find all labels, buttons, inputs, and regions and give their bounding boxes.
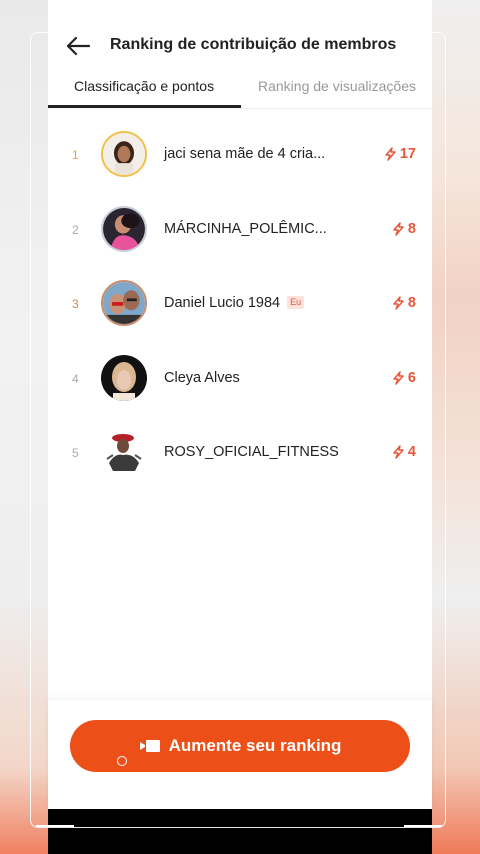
points: 8 [392, 221, 416, 237]
points-value: 4 [407, 444, 416, 460]
rank-number: 4 [72, 371, 79, 386]
lightning-icon [393, 445, 404, 459]
video-camera-icon [139, 740, 160, 752]
member-row[interactable]: 5 ROSY_OFICIAL_FITNESS 4 [48, 416, 432, 491]
member-name: jaci sena mãe de 4 cria... [164, 146, 326, 162]
avatar [101, 280, 147, 326]
lightning-icon [393, 221, 404, 236]
tab-classification[interactable]: Classificação e pontos [74, 78, 214, 94]
member-name-text: Daniel Lucio 1984 [164, 295, 281, 311]
me-badge: Eu [287, 296, 305, 309]
member-list: 1 jaci sena mãe de 4 cria... 17 2 MÁRCIN… [48, 118, 432, 491]
page-title: Ranking de contribuição de membros [110, 36, 397, 53]
touch-indicator [117, 756, 127, 766]
header: Ranking de contribuição de membros [48, 24, 432, 68]
lightning-icon [393, 370, 404, 385]
backdrop-right [432, 0, 480, 854]
points: 17 [384, 146, 416, 162]
backdrop-left [0, 0, 48, 854]
back-button[interactable] [62, 32, 94, 60]
avatar-photo [103, 133, 145, 175]
rank-number: 3 [72, 297, 79, 311]
avatar-photo [103, 282, 145, 324]
active-tab-indicator [48, 105, 241, 108]
avatar-photo [101, 354, 147, 401]
ranking-panel: Ranking de contribuição de membros Class… [48, 0, 432, 854]
member-name: Cleya Alves [164, 369, 240, 386]
avatar [101, 205, 147, 252]
arrow-left-icon [66, 36, 91, 56]
system-nav-bar [48, 809, 432, 854]
avatar [101, 131, 147, 177]
member-row[interactable]: 3 Daniel Lucio 1984 Eu 8 [48, 267, 432, 342]
points-value: 6 [407, 369, 416, 386]
points: 8 [392, 295, 416, 311]
member-name: Daniel Lucio 1984 Eu [164, 295, 305, 311]
rank-number: 5 [72, 446, 79, 460]
member-name: ROSY_OFICIAL_FITNESS [164, 444, 339, 460]
tab-views-ranking[interactable]: Ranking de visualizações [258, 78, 416, 94]
rank-number: 1 [72, 148, 79, 162]
member-name: MÁRCINHA_POLÊMIC... [164, 220, 327, 237]
member-row[interactable]: 4 Cleya Alves 6 [48, 342, 432, 417]
points-value: 8 [407, 220, 416, 237]
edge-dash-left [36, 825, 74, 827]
points: 6 [392, 370, 416, 386]
lightning-icon [385, 147, 396, 161]
lightning-icon [393, 296, 404, 310]
points: 4 [392, 444, 416, 460]
points-value: 8 [407, 295, 416, 311]
boost-ranking-label: Aumente seu ranking [168, 736, 342, 755]
avatar-photo [101, 429, 147, 475]
member-row[interactable]: 2 MÁRCINHA_POLÊMIC... 8 [48, 193, 432, 268]
points-value: 17 [399, 146, 416, 162]
avatar-photo [103, 207, 145, 250]
rank-number: 2 [72, 222, 79, 237]
tab-bar: Classificação e pontos Ranking de visual… [48, 70, 432, 109]
edge-dash-right [404, 825, 442, 827]
avatar [101, 429, 147, 475]
bottom-bar: Aumente seu ranking [48, 700, 432, 809]
member-row[interactable]: 1 jaci sena mãe de 4 cria... 17 [48, 118, 432, 193]
avatar [101, 354, 147, 401]
